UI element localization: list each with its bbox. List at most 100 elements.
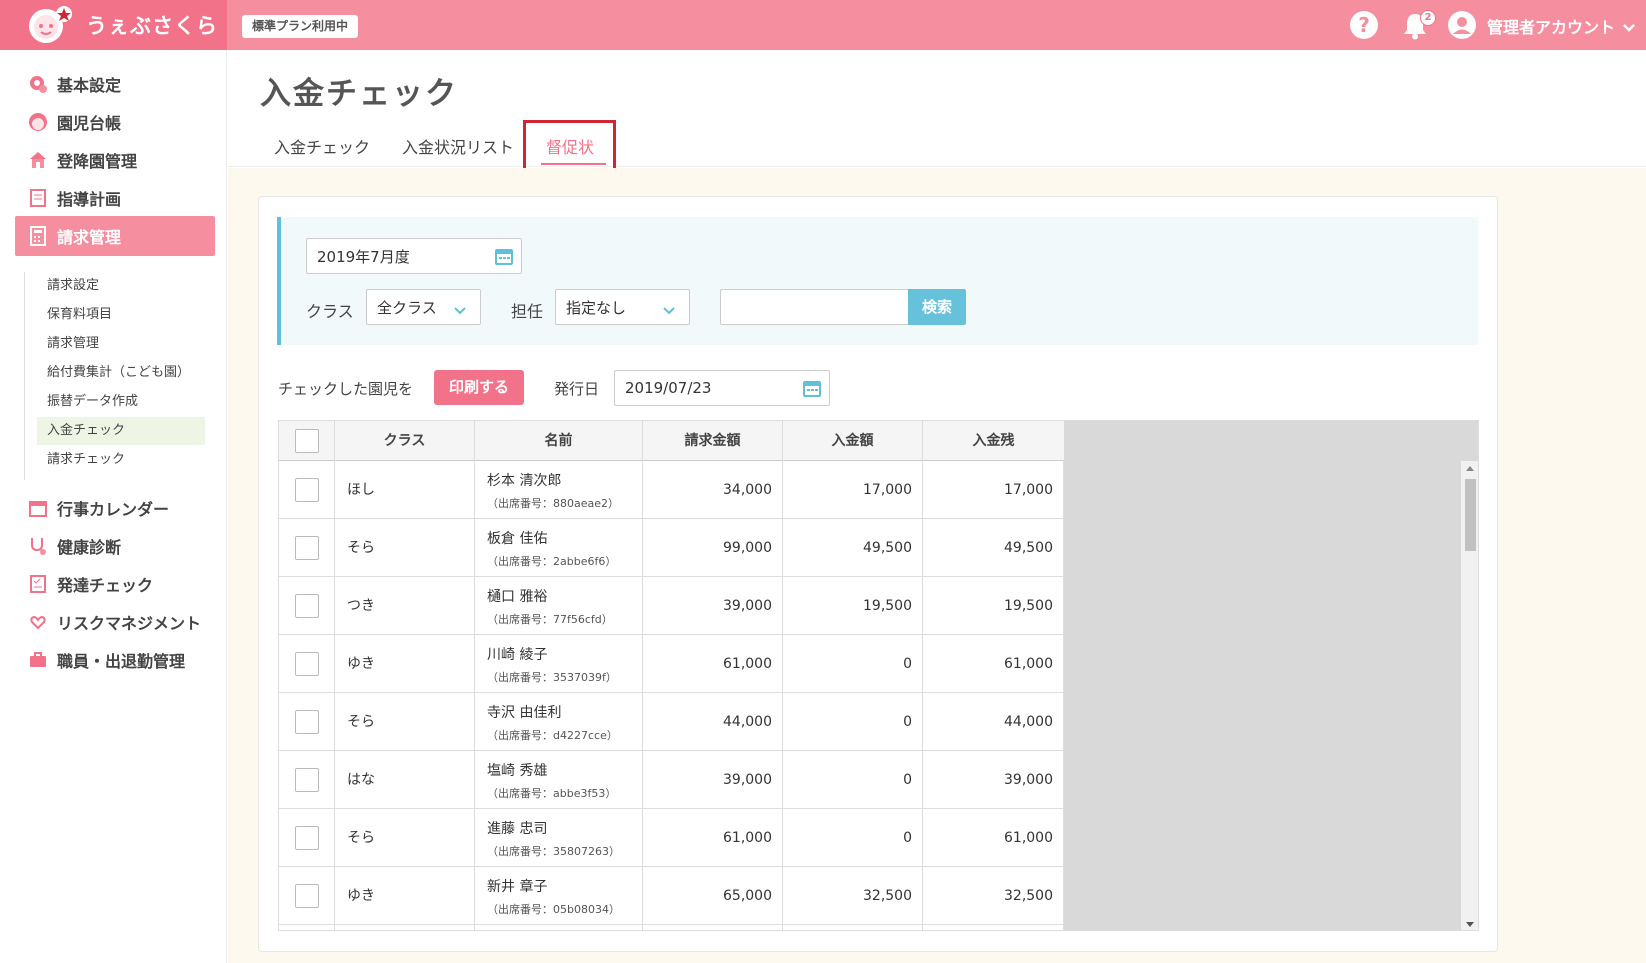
table-row[interactable]: つき 樋口 雅裕 （出席番号：77f56cfd） 39,000 19,500 19,500 <box>279 577 1064 635</box>
header-remaining[interactable]: 入金残 <box>923 421 1064 461</box>
cell-paid: 49,500 <box>783 519 923 577</box>
table-row[interactable]: ゆき 川崎 綾子 （出席番号：3537039f） 61,000 0 61,000 <box>279 635 1064 693</box>
sidebar-item-staff-attendance[interactable]: 職員・出退勤管理 <box>15 640 215 680</box>
search-button[interactable]: 検索 <box>908 289 966 325</box>
user-name[interactable]: 管理者アカウント <box>1487 14 1615 38</box>
cell-paid: 32,500 <box>783 867 923 925</box>
sidebar-item-development-check[interactable]: 発達チェック <box>15 564 215 604</box>
subnav-item-payment-check[interactable]: 入金チェック <box>37 417 205 445</box>
table-row[interactable]: そら 板倉 佳佑 （出席番号：2abbe6f6） 99,000 49,500 49,500 <box>279 519 1064 577</box>
logo[interactable]: うぇぶさくら <box>0 0 227 50</box>
table-row[interactable]: ゆき 新井 章子 （出席番号：05b08034） 65,000 32,500 32,500 <box>279 867 1064 925</box>
row-checkbox-cell <box>279 809 335 867</box>
table-row[interactable]: ほし 杉本 清次郎 （出席番号：880aeae2） 34,000 17,000 17,00… <box>279 461 1064 519</box>
notification-count-badge: 2 <box>1420 10 1436 26</box>
attendance-number: （出席番号：d4227cce） <box>487 729 618 742</box>
teacher-select-value: 指定なし <box>566 298 627 317</box>
chevron-down-icon[interactable] <box>1622 18 1636 37</box>
subnav-item-billing-settings[interactable]: 請求設定 <box>37 272 205 300</box>
cell-paid: 0 <box>783 693 923 751</box>
row-checkbox[interactable] <box>295 710 319 734</box>
cell-name: 寺沢 由佳利 （出席番号：d4227cce） <box>475 693 643 751</box>
scrollbar-thumb[interactable] <box>1465 479 1476 551</box>
sidebar-item-label: 登降園管理 <box>57 152 138 171</box>
row-checkbox[interactable] <box>295 478 319 502</box>
row-checkbox[interactable] <box>295 536 319 560</box>
child-name: 新井 章子 <box>487 879 548 895</box>
subnav-item-billing-management[interactable]: 請求管理 <box>37 330 205 358</box>
sidebar-item-label: 請求管理 <box>57 228 122 247</box>
attendance-number: （出席番号：3537039f） <box>487 671 617 684</box>
header-class[interactable]: クラス <box>335 421 475 461</box>
user-avatar-icon[interactable] <box>1448 11 1476 39</box>
table-row[interactable]: そら 寺沢 由佳利 （出席番号：d4227cce） 44,000 0 44,000 <box>279 693 1064 751</box>
subnav-item-transfer-data[interactable]: 振替データ作成 <box>37 388 205 416</box>
cell-billed: 61,000 <box>643 635 783 693</box>
table-row[interactable]: はな 塩崎 秀雄 （出席番号：abbe3f53） 39,000 0 39,000 <box>279 751 1064 809</box>
stethoscope-icon <box>27 535 49 557</box>
table-row[interactable]: そら 進藤 忠司 （出席番号：35807263） 61,000 0 61,000 <box>279 809 1064 867</box>
header-paid[interactable]: 入金額 <box>783 421 923 461</box>
subnav-item-fee-items[interactable]: 保育料項目 <box>37 301 205 329</box>
sidebar-item-billing[interactable]: 請求管理 <box>15 216 215 256</box>
subnav-item-benefit-summary[interactable]: 給付費集計（こども園） <box>37 359 205 387</box>
sidebar-item-guidance-plan[interactable]: 指導計画 <box>15 178 215 218</box>
attendance-number: （出席番号：77f56cfd） <box>487 613 613 626</box>
cell-remaining: 44,000 <box>923 693 1064 751</box>
teacher-select[interactable]: 指定なし <box>555 289 690 325</box>
cell-class: そら <box>335 519 475 577</box>
child-name: 進藤 忠司 <box>487 821 548 837</box>
header-name[interactable]: 名前 <box>475 421 643 461</box>
sidebar-item-attendance[interactable]: 登降園管理 <box>15 140 215 180</box>
row-checkbox[interactable] <box>295 768 319 792</box>
sidebar-item-health-check[interactable]: 健康診断 <box>15 526 215 566</box>
row-checkbox[interactable] <box>295 594 319 618</box>
child-name: 川崎 綾子 <box>487 647 548 663</box>
row-checkbox[interactable] <box>295 652 319 676</box>
notification-bell-icon[interactable]: 2 <box>1402 10 1436 40</box>
tab-payment-check[interactable]: 入金チェック <box>274 134 370 158</box>
select-all-checkbox[interactable] <box>295 429 319 453</box>
table-header: クラス 名前 請求金額 入金額 入金残 <box>279 421 1064 461</box>
tab-payment-status-list[interactable]: 入金状況リスト <box>402 134 514 158</box>
calendar-icon[interactable] <box>495 247 513 265</box>
table-scrollbar[interactable] <box>1461 461 1478 930</box>
row-checkbox[interactable] <box>295 826 319 850</box>
print-button[interactable]: 印刷する <box>434 370 524 405</box>
class-select[interactable]: 全クラス <box>366 289 481 325</box>
attendance-number: （出席番号：35807263） <box>487 845 620 858</box>
sidebar-item-label: 基本設定 <box>57 76 122 95</box>
scroll-down-arrow-icon[interactable] <box>1466 922 1474 927</box>
sidebar-item-basic-settings[interactable]: 基本設定 <box>15 64 215 104</box>
child-face-icon <box>27 111 49 133</box>
filter-panel <box>277 217 1478 345</box>
billing-subnav: 請求設定 保育料項目 請求管理 給付費集計（こども園） 振替データ作成 入金チェ… <box>24 272 205 480</box>
subnav-item-billing-check[interactable]: 請求チェック <box>37 446 205 474</box>
cell-remaining: 19,500 <box>923 577 1064 635</box>
header-billed[interactable]: 請求金額 <box>643 421 783 461</box>
issue-date-picker[interactable]: 2019/07/23 <box>614 370 830 406</box>
cell-billed: 44,000 <box>643 693 783 751</box>
sidebar-item-risk-management[interactable]: リスクマネジメント <box>15 602 215 642</box>
plan-badge: 標準プラン利用中 <box>242 15 359 38</box>
briefcase-icon <box>27 649 49 671</box>
cell-name <box>475 925 643 930</box>
attendance-number: （出席番号：880aeae2） <box>487 497 620 510</box>
help-icon[interactable]: ? <box>1350 11 1378 39</box>
checked-children-label: チェックした園児を <box>278 380 414 398</box>
sidebar-item-event-calendar[interactable]: 行事カレンダー <box>15 488 215 528</box>
tab-highlight-box <box>523 120 616 174</box>
top-header: うぇぶさくら 標準プラン利用中 ? 2 管理者アカウント <box>0 0 1646 50</box>
cell-paid <box>783 925 923 930</box>
checklist-icon <box>27 573 49 595</box>
row-checkbox-cell <box>279 751 335 809</box>
month-picker[interactable]: 2019年7月度 <box>306 238 522 274</box>
scroll-up-arrow-icon[interactable] <box>1466 466 1474 471</box>
calendar-icon[interactable] <box>803 379 821 397</box>
row-checkbox[interactable] <box>295 884 319 908</box>
search-input[interactable] <box>720 289 910 325</box>
cell-class: そら <box>335 693 475 751</box>
sidebar-item-child-register[interactable]: 園児台帳 <box>15 102 215 142</box>
child-name: 寺沢 由佳利 <box>487 705 562 721</box>
cell-name: 杉本 清次郎 （出席番号：880aeae2） <box>475 461 643 519</box>
